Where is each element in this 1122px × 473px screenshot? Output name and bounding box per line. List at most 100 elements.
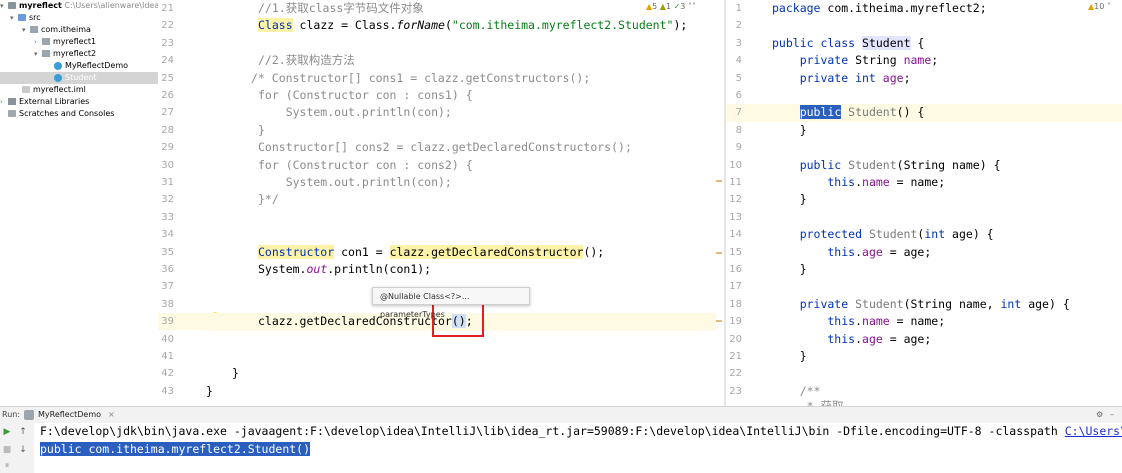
code-token: public bbox=[799, 105, 842, 120]
tree-item-myreflect1[interactable]: › myreflect1 bbox=[0, 36, 158, 48]
package-icon bbox=[42, 50, 50, 57]
line-number: 30 bbox=[161, 159, 174, 171]
gear-icon[interactable]: ⚙ bbox=[1096, 407, 1103, 423]
tree-item-myreflect-iml[interactable]: myreflect.iml bbox=[0, 84, 158, 96]
code-token: con1 = bbox=[334, 244, 390, 259]
chevron-down-icon[interactable]: ▾ bbox=[34, 48, 42, 60]
code-token: (String name, bbox=[903, 296, 1001, 311]
chevron-up-icon[interactable]: ˄ bbox=[1107, 2, 1111, 11]
arrow-down-icon[interactable]: ↓ bbox=[18, 445, 28, 455]
chevron-right-icon[interactable]: › bbox=[0, 96, 8, 108]
console-link[interactable]: C:\Users\alienwa bbox=[1065, 424, 1122, 438]
right-editor[interactable]: package com.itheima.myreflect2; public c… bbox=[770, 0, 1122, 406]
line-number: 21 bbox=[161, 3, 174, 14]
tree-item-label: MyReflectDemo bbox=[65, 61, 129, 70]
tree-item-external-libraries[interactable]: › External Libraries bbox=[0, 96, 158, 108]
code-line-1: package com.itheima.myreflect2; bbox=[770, 0, 1122, 17]
code-token: this bbox=[772, 331, 856, 346]
line-number: 5 bbox=[735, 72, 742, 84]
right-editor-gutter[interactable]: 1 2 3 4 5 6 7 8 9 10 11 12 13 14 15 16 1… bbox=[726, 0, 770, 406]
line-number: 3 bbox=[735, 37, 742, 49]
run-toolbar: ▶ ↑ ■ ↓ ⏸ bbox=[0, 423, 34, 473]
code-line-21: //1.获取class字节码文件对象 bbox=[206, 0, 722, 17]
code-line-25: /* Constructor[] cons1 = clazz.getConstr… bbox=[251, 70, 591, 85]
class-icon bbox=[54, 73, 62, 82]
code-line-42: } bbox=[232, 366, 239, 381]
tree-item-label: com.itheima bbox=[41, 25, 91, 34]
code-line-21: } bbox=[772, 349, 807, 363]
line-number: 28 bbox=[161, 124, 174, 136]
line-number: 25 bbox=[161, 72, 174, 84]
run-tab[interactable]: MyReflectDemo bbox=[38, 407, 101, 423]
pause-icon[interactable]: ⏸ bbox=[2, 461, 12, 471]
package-icon bbox=[30, 26, 38, 33]
code-token: com.itheima.myreflect2; bbox=[820, 1, 987, 15]
line-number: 23 bbox=[161, 37, 174, 49]
project-tree: ▾myreflect C:\Users\alienware\IdeaProj ▾… bbox=[0, 0, 158, 406]
chevron-right-icon[interactable]: › bbox=[34, 36, 42, 48]
tree-root[interactable]: ▾ myreflect C:\Users\alienware\IdeaProj bbox=[0, 0, 158, 12]
line-number: 31 bbox=[161, 177, 174, 188]
run-console[interactable]: ▶ ↑ ■ ↓ ⏸ F:\develop\jdk\bin\java.exe -j… bbox=[0, 423, 1122, 473]
code-line-30: for (Constructor con : cons2) { bbox=[258, 157, 473, 172]
tree-root-label: myreflect bbox=[19, 1, 62, 10]
left-editor-gutter[interactable]: 21 22 23 24 25 26 27 28 29 30 31 32 33 3… bbox=[158, 0, 222, 406]
module-file-icon bbox=[22, 86, 30, 93]
warning-count: 5 bbox=[652, 2, 658, 11]
chevron-down-icon[interactable]: ▾ bbox=[10, 12, 18, 24]
rerun-icon[interactable]: ▶ bbox=[2, 427, 12, 437]
code-token: age) { bbox=[1021, 296, 1070, 311]
tree-item-myreflect2[interactable]: ▾ myreflect2 bbox=[0, 48, 158, 60]
code-line-12: } bbox=[772, 192, 807, 207]
code-comment: //1.获取class字节码文件对象 bbox=[258, 1, 424, 15]
tree-item-label: myreflect1 bbox=[53, 37, 97, 46]
tree-item-scratches[interactable]: Scratches and Consoles bbox=[0, 108, 158, 120]
stop-icon[interactable]: ■ bbox=[2, 445, 12, 455]
line-number: 37 bbox=[161, 281, 174, 293]
inspection-widget-right[interactable]: ▲10 ˄ bbox=[1088, 2, 1111, 11]
line-number: 18 bbox=[729, 298, 742, 310]
line-number: 4 bbox=[735, 55, 742, 67]
code-token: = name; bbox=[889, 314, 946, 329]
line-number: 35 bbox=[161, 246, 174, 258]
tree-root-path: C:\Users\alienware\IdeaProj bbox=[64, 1, 158, 10]
weak-warning-count: 1 bbox=[665, 2, 672, 11]
line-number: 12 bbox=[729, 194, 742, 206]
code-token: name bbox=[903, 53, 932, 68]
line-number: 24 bbox=[161, 55, 174, 67]
code-line-24: * 获取 bbox=[772, 399, 844, 406]
tree-item-com-itheima[interactable]: ▾ com.itheima bbox=[0, 24, 158, 36]
minimize-icon[interactable]: – bbox=[1110, 407, 1114, 423]
line-number: 14 bbox=[729, 229, 742, 241]
tree-item-student[interactable]: Student bbox=[0, 72, 158, 84]
line-number: 38 bbox=[161, 298, 174, 310]
line-number: 1 bbox=[735, 3, 742, 14]
code-line-20: this.age = age; bbox=[770, 331, 1122, 348]
code-token: = age; bbox=[882, 331, 932, 346]
chevron-down-icon[interactable]: ▾ bbox=[22, 24, 30, 36]
chevron-down-icon[interactable]: ˅ bbox=[692, 2, 696, 11]
code-token: Student bbox=[848, 296, 904, 311]
left-editor[interactable]: //1.获取class字节码文件对象 Class clazz = Class.f… bbox=[206, 0, 722, 406]
code-comment: //2.获取构造方法 bbox=[258, 53, 355, 68]
left-editor-scrollbar[interactable] bbox=[716, 0, 724, 406]
line-number: 19 bbox=[729, 316, 742, 328]
line-number: 26 bbox=[161, 90, 174, 101]
code-line-10: public Student(String name) { bbox=[770, 157, 1122, 174]
tree-item-myreflectdemo[interactable]: MyReflectDemo bbox=[0, 60, 158, 72]
close-icon[interactable]: × bbox=[108, 407, 115, 423]
code-token: . bbox=[855, 244, 863, 259]
tree-item-src[interactable]: ▾ src bbox=[0, 12, 158, 24]
code-token: protected bbox=[772, 227, 863, 242]
code-token: Constructor bbox=[258, 244, 335, 259]
folder-icon bbox=[8, 2, 16, 9]
code-token: this bbox=[772, 175, 856, 189]
inspection-widget[interactable]: ▲5 ▲1 ✓3 ˄˅ bbox=[646, 2, 696, 11]
arrow-up-icon[interactable]: ↑ bbox=[18, 427, 28, 437]
code-line-5: private int age; bbox=[770, 70, 1122, 87]
chevron-down-icon[interactable]: ▾ bbox=[0, 0, 8, 12]
code-line-16: } bbox=[772, 262, 807, 276]
code-line-36: System.out.println(con1); bbox=[206, 261, 722, 278]
code-token: age bbox=[862, 244, 883, 259]
code-token: (String name) { bbox=[896, 157, 1001, 172]
